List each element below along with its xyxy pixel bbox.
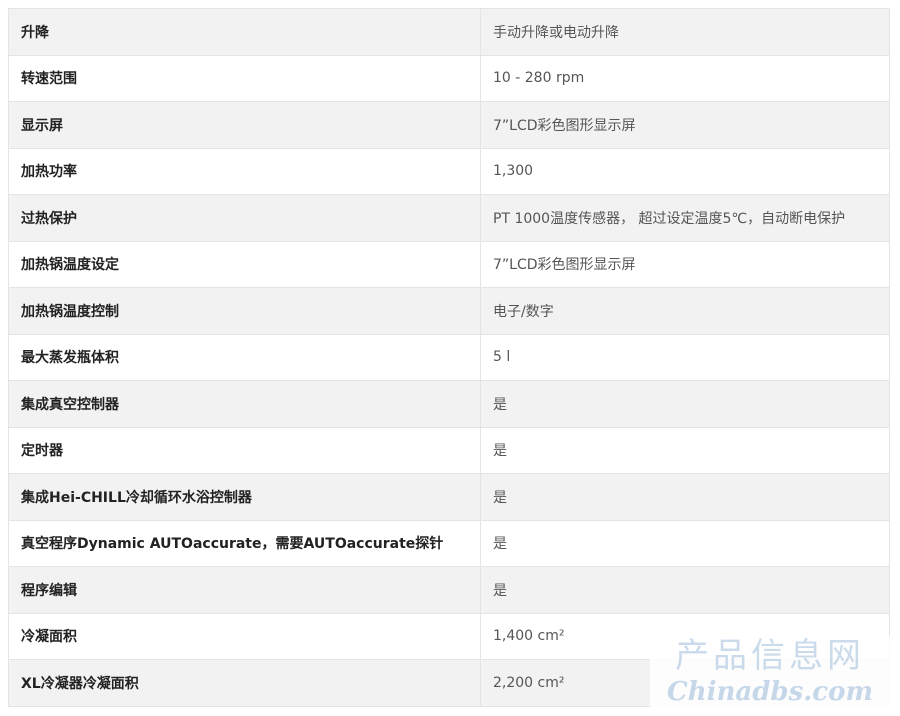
spec-value: 2,200 cm²	[480, 659, 890, 707]
spec-value: 5 l	[480, 333, 890, 381]
page: 升降 手动升降或电动升降 转速范围 10 - 280 rpm 显示屏 7”LCD…	[0, 0, 900, 716]
spec-value: 10 - 280 rpm	[480, 54, 890, 102]
spec-value: 是	[480, 566, 890, 614]
spec-value: 7”LCD彩色图形显示屏	[480, 101, 890, 149]
table-row: 加热功率 1,300	[8, 147, 890, 195]
spec-value: 1,400 cm²	[480, 612, 890, 660]
spec-label: 过热保护	[8, 194, 481, 242]
spec-table: 升降 手动升降或电动升降 转速范围 10 - 280 rpm 显示屏 7”LCD…	[8, 8, 890, 707]
spec-value: 是	[480, 380, 890, 428]
table-row: 加热锅温度设定 7”LCD彩色图形显示屏	[8, 240, 890, 288]
spec-label: 程序编辑	[8, 566, 481, 614]
spec-table-body: 升降 手动升降或电动升降 转速范围 10 - 280 rpm 显示屏 7”LCD…	[8, 8, 890, 707]
table-row: 定时器 是	[8, 426, 890, 474]
spec-label: 集成真空控制器	[8, 380, 481, 428]
spec-label: 加热锅温度设定	[8, 240, 481, 288]
spec-value: 手动升降或电动升降	[480, 8, 890, 56]
spec-label: 显示屏	[8, 101, 481, 149]
spec-value: 是	[480, 519, 890, 567]
table-row: 程序编辑 是	[8, 566, 890, 614]
table-row: 升降 手动升降或电动升降	[8, 8, 890, 56]
spec-label: 转速范围	[8, 54, 481, 102]
spec-label: 最大蒸发瓶体积	[8, 333, 481, 381]
spec-label: 集成Hei-CHILL冷却循环水浴控制器	[8, 473, 481, 521]
table-row: 集成真空控制器 是	[8, 380, 890, 428]
table-row: 最大蒸发瓶体积 5 l	[8, 333, 890, 381]
table-row: 集成Hei-CHILL冷却循环水浴控制器 是	[8, 473, 890, 521]
spec-label: 加热功率	[8, 147, 481, 195]
table-row: 显示屏 7”LCD彩色图形显示屏	[8, 101, 890, 149]
spec-label: 真空程序Dynamic AUTOaccurate，需要AUTOaccurate探…	[8, 519, 481, 567]
table-row: 真空程序Dynamic AUTOaccurate，需要AUTOaccurate探…	[8, 519, 890, 567]
spec-label: 冷凝面积	[8, 612, 481, 660]
spec-label: 升降	[8, 8, 481, 56]
spec-label: XL冷凝器冷凝面积	[8, 659, 481, 707]
table-row: 转速范围 10 - 280 rpm	[8, 54, 890, 102]
spec-value: 1,300	[480, 147, 890, 195]
spec-value: 7”LCD彩色图形显示屏	[480, 240, 890, 288]
spec-value: 是	[480, 473, 890, 521]
spec-value: 是	[480, 426, 890, 474]
spec-label: 加热锅温度控制	[8, 287, 481, 335]
table-row: 过热保护 PT 1000温度传感器， 超过设定温度5℃，自动断电保护	[8, 194, 890, 242]
spec-value: 电子/数字	[480, 287, 890, 335]
table-row: 冷凝面积 1,400 cm²	[8, 612, 890, 660]
table-row: XL冷凝器冷凝面积 2,200 cm²	[8, 659, 890, 707]
spec-value: PT 1000温度传感器， 超过设定温度5℃，自动断电保护	[480, 194, 890, 242]
table-row: 加热锅温度控制 电子/数字	[8, 287, 890, 335]
spec-label: 定时器	[8, 426, 481, 474]
